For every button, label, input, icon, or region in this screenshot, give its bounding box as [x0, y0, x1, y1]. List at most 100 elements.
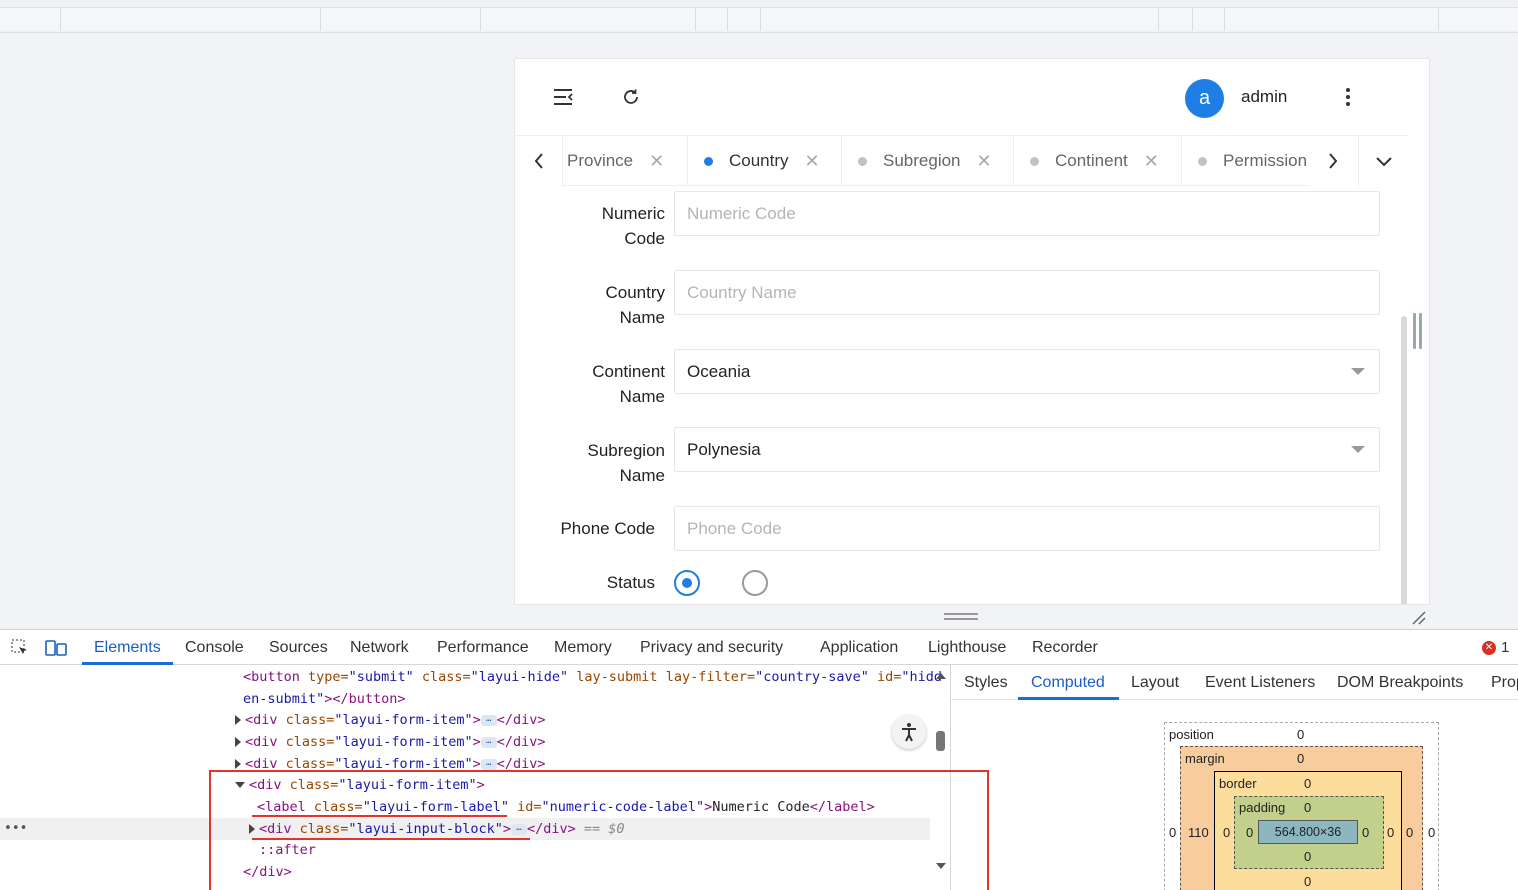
devtools-tab-network[interactable]: Network	[350, 639, 409, 657]
toolbar-separator	[1192, 7, 1193, 31]
ellipsis-icon[interactable]: …	[480, 758, 497, 770]
tab-label: Province	[567, 151, 634, 170]
phone-code-input[interactable]: Phone Code	[674, 506, 1380, 551]
tag: >	[472, 712, 481, 728]
box-border-right: 0	[1387, 825, 1395, 840]
toolbar-separator	[1438, 7, 1439, 31]
devtools-tab-console[interactable]: Console	[185, 639, 244, 657]
toolbar-separator	[1158, 7, 1159, 31]
box-padding-top: 0	[1304, 800, 1312, 815]
tabs-dropdown-button[interactable]	[1358, 136, 1408, 186]
tab-continent[interactable]: Continent ✕	[1014, 136, 1182, 186]
country-name-input[interactable]: Country Name	[674, 270, 1380, 315]
subregion-select[interactable]: Polynesia	[674, 427, 1380, 472]
tab-dom-breakpoints[interactable]: DOM Breakpoints	[1337, 674, 1463, 692]
tab-province[interactable]: Province ✕	[567, 136, 688, 186]
value: "layui-form-item"	[334, 712, 473, 728]
chevron-down-icon	[1375, 157, 1392, 167]
close-icon[interactable]: ✕	[1144, 151, 1159, 172]
toolbar-separator	[695, 7, 696, 31]
tab-label: Continent	[1055, 151, 1128, 170]
box-padding-right: 0	[1362, 825, 1370, 840]
dom-line[interactable]: en-submit"></button>	[243, 688, 406, 710]
box-position-label: position	[1169, 727, 1214, 742]
devtools-tab-sources[interactable]: Sources	[269, 639, 328, 657]
devtools-tab-recorder[interactable]: Recorder	[1032, 639, 1098, 657]
numeric-code-input[interactable]: Numeric Code	[674, 191, 1380, 236]
attr: class=	[285, 734, 335, 750]
tag: <div	[245, 734, 286, 750]
devtools-drag-handle[interactable]	[944, 613, 978, 621]
expand-triangle-icon[interactable]	[235, 737, 241, 747]
close-icon[interactable]: ✕	[649, 151, 664, 172]
devtools-tab-lighthouse[interactable]: Lighthouse	[928, 639, 1006, 657]
expand-triangle-icon[interactable]	[235, 715, 241, 725]
devtools-tab-privacy[interactable]: Privacy and security	[640, 639, 783, 657]
error-icon: ✕	[1482, 640, 1496, 655]
tab-computed[interactable]: Computed	[1031, 674, 1105, 692]
refresh-icon[interactable]	[617, 83, 645, 111]
browser-toolbar-row	[0, 7, 1518, 31]
expand-triangle-icon[interactable]	[235, 759, 241, 769]
attr: class=	[413, 669, 471, 685]
attr: type=	[308, 669, 349, 685]
continent-select-value: Oceania	[687, 361, 751, 381]
error-count-badge[interactable]: ✕ 1	[1482, 639, 1509, 656]
tab-subregion[interactable]: Subregion ✕	[842, 136, 1014, 186]
dom-line[interactable]: <div class="layui-form-item">… </div>	[235, 731, 546, 753]
toolbar-separator	[727, 7, 728, 31]
status-radio-enabled[interactable]	[674, 570, 700, 596]
ellipsis-icon[interactable]: …	[480, 736, 497, 748]
app-header: a admin	[515, 59, 1429, 135]
box-border-left: 0	[1223, 825, 1231, 840]
tag: ></button>	[324, 691, 406, 707]
menu-fold-icon[interactable]	[549, 83, 577, 111]
username[interactable]: admin	[1241, 87, 1287, 107]
dom-line[interactable]: <div class="layui-form-item">… </div>	[235, 709, 546, 731]
tab-label: Country	[729, 151, 789, 170]
continent-select[interactable]: Oceania	[674, 349, 1380, 394]
avatar[interactable]: a	[1185, 79, 1224, 118]
box-border-bottom: 0	[1304, 874, 1312, 889]
more-vertical-icon[interactable]	[1337, 85, 1359, 109]
highlight-annotation-box	[209, 770, 989, 890]
tab-country[interactable]: Country ✕	[688, 136, 842, 186]
box-position-left: 0	[1169, 825, 1177, 840]
tabs-prev-button[interactable]	[515, 136, 563, 186]
tag: <div	[245, 712, 286, 728]
form-scrollbar[interactable]	[1401, 316, 1407, 604]
tab-event-listeners[interactable]: Event Listeners	[1205, 674, 1315, 692]
annotation-underline	[252, 815, 507, 817]
label-line: Name	[619, 308, 665, 327]
label-line: Numeric	[601, 204, 665, 223]
status-radio-disabled[interactable]	[742, 570, 768, 596]
ellipsis-icon[interactable]: …	[480, 714, 497, 726]
value: en-submit"	[243, 691, 325, 707]
close-icon[interactable]: ✕	[977, 151, 992, 172]
tab-styles[interactable]: Styles	[964, 674, 1008, 692]
tag: </div>	[496, 712, 546, 728]
box-margin-right: 0	[1406, 825, 1414, 840]
tab-properties[interactable]: Prop	[1491, 674, 1518, 692]
resize-corner-icon[interactable]	[1409, 608, 1427, 626]
panel-resize-handle[interactable]	[1413, 313, 1423, 349]
tabs-next-button[interactable]	[1308, 136, 1358, 186]
devtools-tab-performance[interactable]: Performance	[437, 639, 529, 657]
inspect-element-icon[interactable]	[10, 638, 30, 658]
devtools-tab-memory[interactable]: Memory	[554, 639, 612, 657]
caret-down-icon	[1351, 368, 1365, 375]
numeric-code-label: Numeric Code	[515, 201, 665, 251]
more-actions-icon[interactable]: •••	[4, 818, 27, 840]
close-icon[interactable]: ✕	[805, 151, 820, 172]
annotation-underline	[252, 838, 530, 840]
country-name-label: Country Name	[515, 280, 665, 330]
dom-line[interactable]: <button type="submit" class="layui-hide"…	[243, 666, 942, 688]
attr: lay-submit lay-filter=	[568, 669, 756, 685]
tab-permission[interactable]: Permission	[1182, 136, 1308, 186]
devtools-tab-elements[interactable]: Elements	[94, 639, 161, 657]
accessibility-icon[interactable]	[892, 715, 926, 749]
attr: id=	[868, 669, 902, 685]
devtools-tab-application[interactable]: Application	[820, 639, 898, 657]
device-toolbar-icon[interactable]	[45, 638, 67, 658]
tab-layout[interactable]: Layout	[1131, 674, 1179, 692]
